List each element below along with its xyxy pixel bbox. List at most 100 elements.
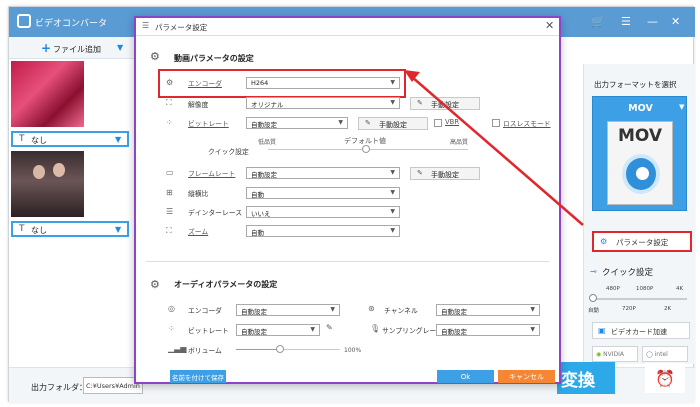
close-icon[interactable]: ✕	[545, 19, 554, 32]
subtitle-select-1[interactable]: T なし ▼	[11, 131, 129, 147]
save-as-button[interactable]: 名前を付けて保存	[170, 370, 226, 383]
framerate-select[interactable]: 自動設定 ▼	[246, 167, 400, 179]
samplerate-select[interactable]: 自動設定 ▼	[436, 324, 540, 336]
framerate-manual-button[interactable]: ✎ 手動設定	[410, 167, 480, 180]
quality-slider-knob[interactable]	[362, 145, 370, 153]
volume-label: ボリューム	[188, 347, 222, 355]
chevron-down-icon[interactable]: ▼	[117, 43, 123, 52]
format-name: MOV	[628, 103, 653, 114]
format-selector[interactable]: MOV ▼ MOV	[592, 96, 687, 211]
volume-slider-fill	[236, 349, 280, 350]
chip-icon: ▣	[598, 326, 606, 335]
convert-button[interactable]: 変換	[557, 362, 615, 394]
nvidia-chip[interactable]: ◉ NVIDIA	[592, 346, 638, 362]
zoom-value: 自動	[251, 229, 264, 237]
volume-value: 100%	[344, 347, 362, 354]
minimize-button[interactable]: —	[647, 15, 658, 28]
add-file-bar[interactable]: + ファイル追加 ▼	[9, 37, 134, 59]
manual-label: 手動設定	[431, 101, 459, 109]
vbr-checkbox[interactable]	[434, 119, 442, 127]
ok-button[interactable]: Ok	[437, 370, 494, 383]
cancel-button[interactable]: キャンセル	[498, 370, 555, 383]
resolution-manual-button[interactable]: ✎ 手動設定	[410, 97, 480, 110]
gpu-acceleration-button[interactable]: ▣ ビデオカード加速	[592, 322, 690, 339]
deinterlace-icon: ☰	[166, 207, 174, 216]
video-section-title: 動画パラメータの設定	[174, 54, 254, 63]
resolution-label: 解像度	[188, 101, 209, 109]
tick-label: 480P	[606, 286, 620, 292]
tick-label: 4K	[676, 286, 684, 292]
sliders-icon: ☰	[142, 21, 150, 30]
sliders-icon: ⚙	[600, 237, 608, 246]
chevron-down-icon: ▼	[338, 119, 343, 126]
encoder-highlight-frame	[158, 69, 406, 98]
text-icon: T	[19, 224, 25, 234]
dialog-title-bar: ☰ パラメータ設定 ✕	[136, 18, 559, 36]
resolution-value: オリジナル	[251, 101, 284, 109]
nvidia-logo-icon: ◉	[596, 351, 602, 358]
bitrate-label: ビットレート	[188, 120, 229, 128]
slider-icon: ⊸	[590, 267, 597, 276]
cart-icon[interactable]: 🛒	[591, 15, 605, 28]
quality-slider-knob[interactable]	[589, 294, 597, 302]
vbr-label: VBR	[445, 118, 460, 126]
resolution-icon: ⛶	[166, 98, 172, 107]
close-button[interactable]: ✕	[671, 15, 680, 28]
parameter-settings-label: パラメータ設定	[616, 238, 669, 247]
video-thumbnail-2[interactable]	[11, 151, 84, 217]
chevron-down-icon: ▼	[390, 208, 395, 215]
quality-low-label: 低品質	[258, 139, 277, 146]
chevron-down-icon: ▼	[390, 99, 395, 106]
app-title: ビデオコンバータ	[35, 19, 108, 29]
menu-icon[interactable]: ☰	[621, 15, 631, 28]
audio-settings-icon: ⚙	[150, 278, 160, 291]
bitrate-select[interactable]: 自動設定 ▼	[246, 117, 348, 129]
bitrate-manual-button[interactable]: ✎ 手動設定	[358, 117, 428, 130]
audio-bitrate-icon: ⁘	[168, 324, 175, 333]
manual-label: 手動設定	[379, 121, 407, 129]
output-folder-label: 出力フォルダ：	[31, 383, 87, 392]
channel-label: チャンネル	[384, 307, 418, 315]
intel-chip[interactable]: ◯ intel	[642, 346, 688, 362]
audio-encoder-select[interactable]: 自動設定 ▼	[236, 304, 340, 316]
tick-label: 1080P	[636, 286, 654, 292]
alarm-clock-icon[interactable]: ⏰	[645, 363, 685, 393]
chevron-down-icon: ▼	[390, 169, 395, 176]
mov-icon-label: MOV	[617, 126, 663, 146]
text-icon: T	[19, 134, 25, 144]
zoom-select[interactable]: 自動 ▼	[246, 225, 400, 237]
deinterlace-select[interactable]: いいえ ▼	[246, 206, 400, 218]
tick-label: 2K	[664, 306, 672, 312]
add-file-button[interactable]: ファイル追加	[53, 44, 101, 55]
pencil-icon[interactable]: ✎	[326, 323, 333, 332]
audio-bitrate-select[interactable]: 自動設定 ▼	[236, 324, 320, 336]
app-logo-icon	[17, 14, 31, 28]
parameter-settings-button[interactable]: ⚙ パラメータ設定	[592, 231, 692, 252]
quality-high-label: 高品質	[450, 139, 469, 146]
framerate-icon: ▭	[166, 168, 174, 177]
plus-icon: +	[41, 41, 52, 55]
zoom-icon: ⛶	[166, 226, 172, 235]
quality-slider-track[interactable]	[592, 298, 687, 300]
pencil-icon: ✎	[417, 169, 423, 177]
chevron-down-icon: ▼	[679, 103, 685, 111]
audio-bitrate-value: 自動設定	[241, 328, 267, 336]
subtitle-value: なし	[31, 136, 47, 145]
aspect-value: 自動	[251, 191, 264, 199]
aspect-select[interactable]: 自動 ▼	[246, 187, 400, 199]
resolution-select[interactable]: オリジナル ▼	[246, 97, 400, 109]
nvidia-label: NVIDIA	[603, 351, 625, 358]
subtitle-value: なし	[31, 226, 47, 235]
quicktime-center	[636, 167, 649, 180]
volume-slider-knob[interactable]	[275, 345, 284, 353]
pencil-icon: ✎	[365, 119, 371, 127]
channel-select[interactable]: 自動設定 ▼	[436, 304, 540, 316]
subtitle-select-2[interactable]: T なし ▼	[11, 221, 129, 237]
right-pane: 出力フォーマットを選択 MOV ▼ MOV ⚙ パラメータ設定 ⊸ クイック設定…	[583, 64, 695, 364]
lossless-checkbox[interactable]	[492, 119, 500, 127]
audio-encoder-value: 自動設定	[241, 308, 267, 316]
deinterlace-value: いいえ	[251, 210, 271, 218]
chevron-down-icon: ▼	[310, 326, 315, 333]
output-format-title: 出力フォーマットを選択	[594, 80, 677, 89]
video-thumbnail-1[interactable]	[11, 61, 84, 127]
